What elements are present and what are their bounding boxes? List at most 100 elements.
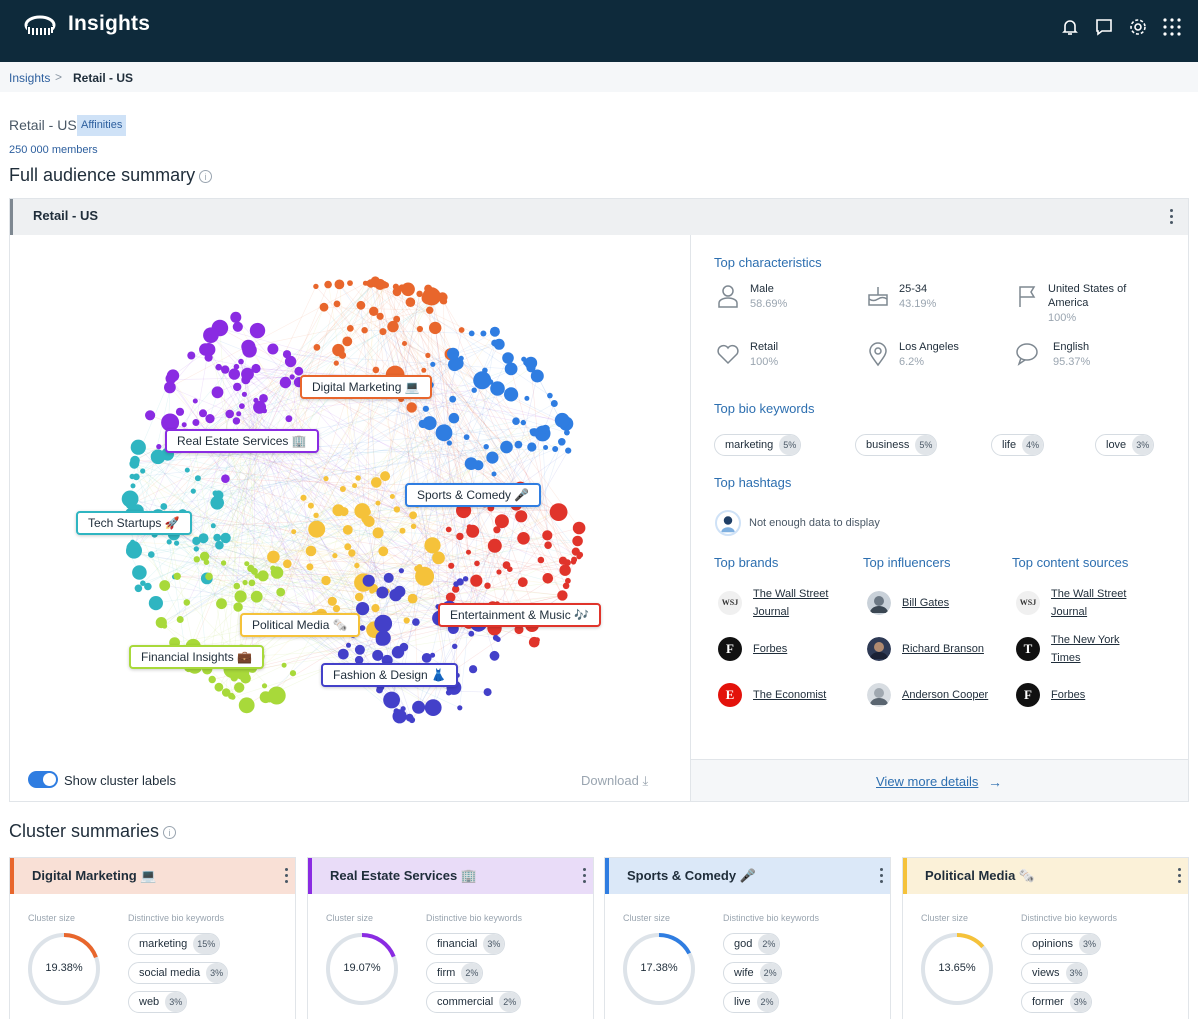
graph-node	[129, 548, 140, 558]
graph-node	[528, 636, 540, 648]
graph-node	[398, 284, 406, 292]
cluster-size-label: Cluster size	[623, 913, 671, 923]
graph-node	[183, 599, 191, 606]
graph-node	[324, 280, 332, 289]
download-button[interactable]: Download ⤓	[581, 773, 648, 789]
insights-logo-icon[interactable]	[24, 14, 56, 38]
view-more-details-link[interactable]: View more details	[876, 774, 978, 789]
graph-node	[376, 686, 383, 694]
brand-link[interactable]: Forbes	[753, 640, 787, 658]
graph-node	[572, 521, 586, 535]
cluster-card-more-options-icon[interactable]	[1171, 865, 1187, 887]
graph-node	[289, 670, 297, 677]
arrow-right-icon[interactable]: →	[988, 774, 1002, 790]
view-more-bar: View more details →	[691, 759, 1188, 801]
info-icon[interactable]: i	[163, 825, 177, 839]
graph-node	[496, 569, 502, 575]
cluster-label-entertainment-music[interactable]: Entertainment & Music 🎶	[438, 603, 601, 627]
content-source-link[interactable]: The Wall Street Journal	[1051, 585, 1151, 621]
graph-node	[221, 365, 230, 374]
cluster-label-sports-comedy[interactable]: Sports & Comedy 🎤	[405, 483, 542, 507]
settings-gear-icon[interactable]	[1128, 17, 1148, 37]
graph-node	[238, 358, 244, 365]
cluster-keyword-chip: social media 3%	[128, 962, 229, 984]
graph-node	[559, 564, 571, 576]
panel-more-options-icon[interactable]	[1163, 206, 1179, 228]
flag-icon	[1019, 286, 1036, 307]
graph-node	[383, 572, 394, 583]
breadcrumb-current: Retail - US	[73, 71, 134, 85]
graph-node	[174, 540, 180, 546]
graph-node	[361, 327, 368, 334]
top-characteristics-heading: Top characteristics	[714, 255, 822, 270]
graph-node	[448, 412, 460, 424]
graph-node	[145, 410, 156, 421]
cluster-card: Political Media 🗞️ Cluster size Distinctiv…	[902, 857, 1189, 1019]
graph-node	[233, 363, 240, 370]
notification-bell-icon[interactable]	[1060, 17, 1080, 37]
cluster-graph-area: Digital Marketing 💻 Real Estate Services…	[10, 235, 691, 801]
content-source-link[interactable]: Forbes	[1051, 686, 1085, 704]
cluster-label-digital-marketing[interactable]: Digital Marketing 💻	[300, 375, 432, 399]
cluster-label-political-media[interactable]: Political Media 🗞️	[240, 613, 360, 637]
graph-node	[380, 471, 391, 482]
cluster-label-fashion-design[interactable]: Fashion & Design 👗	[321, 663, 458, 687]
graph-node	[483, 688, 492, 697]
cluster-card-more-options-icon[interactable]	[873, 865, 889, 887]
location-pin-icon	[869, 342, 887, 367]
cluster-label-real-estate-services[interactable]: Real Estate Services 🏢	[165, 429, 319, 453]
graph-node	[208, 675, 216, 684]
graph-node	[399, 527, 406, 534]
graph-node	[445, 592, 456, 603]
content-source-link[interactable]: The New York Times	[1051, 631, 1151, 667]
graph-node	[530, 369, 544, 383]
breadcrumb-insights-link[interactable]: Insights	[9, 71, 50, 85]
cluster-card-more-options-icon[interactable]	[576, 865, 592, 887]
cluster-label-tech-startups[interactable]: Tech Startups 🚀	[76, 511, 192, 535]
info-icon[interactable]: i	[199, 169, 213, 183]
graph-node	[520, 419, 526, 426]
graph-node	[547, 392, 553, 399]
influencer-link[interactable]: Anderson Cooper	[902, 686, 988, 704]
graph-node	[480, 330, 487, 337]
graph-node	[376, 586, 389, 599]
apps-grid-icon[interactable]	[1162, 17, 1182, 37]
graph-node	[233, 582, 241, 590]
brand-link[interactable]: The Wall Street Journal	[753, 585, 853, 621]
characteristic-value: 43.19%	[899, 298, 937, 310]
graph-node	[148, 551, 155, 558]
graph-node	[339, 486, 346, 492]
graph-node	[130, 483, 136, 489]
graph-node	[412, 700, 426, 714]
cluster-label-financial-insights[interactable]: Financial Insights 💼	[129, 645, 264, 669]
graph-node	[550, 400, 558, 407]
panel-title: Retail - US	[33, 208, 99, 223]
cluster-card-more-options-icon[interactable]	[278, 865, 294, 887]
characteristic-name: English	[1053, 341, 1090, 353]
graph-node	[524, 395, 530, 401]
graph-node	[456, 532, 464, 541]
graph-node	[409, 511, 417, 520]
brand-link[interactable]: The Economist	[753, 686, 826, 704]
influencer-link[interactable]: Bill Gates	[902, 594, 949, 612]
graph-node	[541, 424, 550, 434]
graph-node	[348, 549, 356, 557]
graph-node	[446, 440, 452, 446]
graph-node	[313, 283, 319, 290]
show-cluster-labels-toggle[interactable]	[28, 771, 58, 788]
graph-node	[230, 311, 242, 323]
bio-keyword-chip: life 4%	[991, 434, 1045, 456]
graph-node	[250, 590, 263, 603]
graph-node	[572, 535, 583, 547]
graph-node	[483, 444, 489, 450]
graph-node	[238, 697, 255, 714]
cluster-card-title: Political Media 🗞️	[925, 868, 1036, 883]
graph-node	[282, 350, 292, 359]
graph-node	[517, 532, 530, 545]
graph-node	[156, 444, 162, 450]
influencer-link[interactable]: Richard Branson	[902, 640, 984, 658]
messages-icon[interactable]	[1094, 17, 1114, 37]
audience-members-count: 250 000 members	[9, 144, 98, 156]
graph-node	[500, 440, 513, 454]
graph-node	[140, 468, 146, 474]
